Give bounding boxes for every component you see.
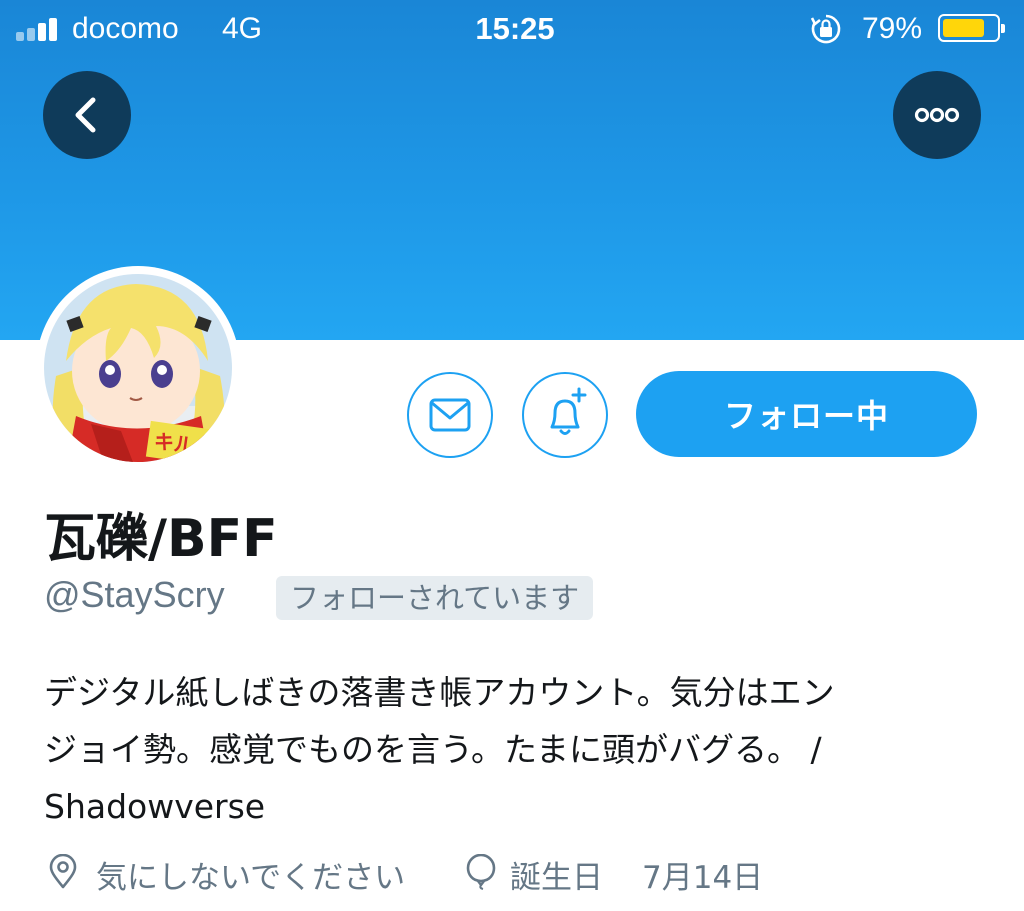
more-options-button[interactable] (893, 71, 981, 159)
battery-percent: 79% (862, 12, 923, 45)
more-horizontal-icon (914, 107, 960, 123)
bell-plus-icon (550, 387, 587, 435)
birthday-value: 7月14日 (642, 860, 764, 896)
location-text: 気にしないでください (96, 860, 406, 896)
notifications-button[interactable] (522, 372, 608, 458)
display-name: 瓦礫/BFF (44, 509, 278, 569)
bio-line: Shadowverse (44, 787, 266, 826)
bio-line: デジタル紙しばきの落書き帳アカウント。気分はエン (44, 673, 835, 712)
username: @StayScry (44, 574, 225, 615)
status-bar: docomo 4G 15:25 79% (0, 0, 1024, 60)
message-button[interactable] (407, 372, 493, 458)
avatar-logo-text: キルミーベイベー (153, 429, 240, 470)
mail-icon (429, 398, 471, 432)
following-button[interactable]: フォロー中 (636, 371, 977, 457)
back-button[interactable] (43, 71, 131, 159)
location-pin-icon (49, 854, 77, 889)
balloon-icon (466, 854, 496, 890)
chevron-left-icon (75, 97, 96, 133)
bio-line: ジョイ勢。感覚でものを言う。たまに頭がバグる。 / (44, 730, 822, 769)
avatar-image: キルミーベイベー (44, 274, 240, 470)
avatar[interactable]: キルミーベイベー (36, 266, 240, 470)
birthday-label: 誕生日 (510, 860, 603, 896)
battery-icon (938, 14, 1005, 42)
follows-you-badge: フォローされています (276, 576, 594, 620)
rotation-lock-icon (810, 14, 841, 44)
bio: デジタル紙しばきの落書き帳アカウント。気分はエン ジョイ勢。感覚でものを言う。た… (44, 664, 984, 835)
